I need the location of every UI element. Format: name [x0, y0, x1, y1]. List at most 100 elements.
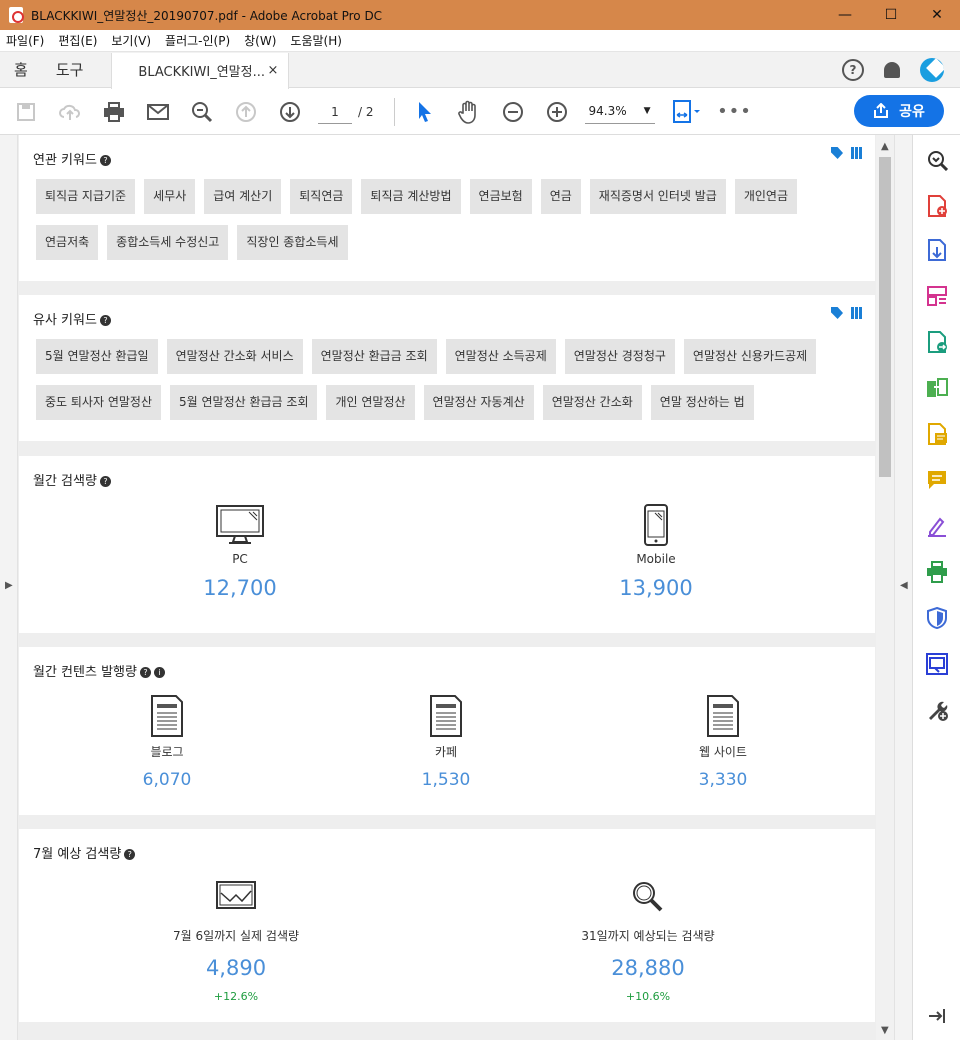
keyword-tag[interactable]: 연말정산 소득공제 [445, 339, 556, 374]
keyword-tag[interactable]: 연말정산 신용카드공제 [683, 339, 817, 374]
create-pdf-icon[interactable] [926, 195, 948, 217]
window-title: BLACKKIWI_연말정산_20190707.pdf - Adobe Acro… [31, 8, 383, 23]
more-icon[interactable]: ••• [713, 89, 757, 135]
question-icon[interactable]: ? [139, 667, 151, 678]
website-stat: 웹 사이트 3,330 [623, 695, 823, 790]
expected-search-label: 31일까지 예상되는 검색량 [581, 929, 715, 943]
vertical-scrollbar[interactable]: ▲ ▼ [876, 135, 894, 1040]
search-tool-icon[interactable] [926, 149, 948, 171]
keyword-tag[interactable]: 연금보험 [469, 179, 532, 214]
expected-search-change: +10.6% [625, 990, 671, 1003]
minimize-button[interactable]: — [822, 0, 868, 30]
scroll-down-icon[interactable]: ▼ [881, 1025, 889, 1036]
similar-keywords-title: 유사 키워드 [33, 313, 97, 328]
acrobat-icon [9, 7, 24, 23]
comment-icon[interactable] [926, 469, 948, 491]
keyword-tag[interactable]: 연말정산 간소화 서비스 [166, 339, 303, 374]
share-button[interactable]: 공유 [854, 95, 944, 127]
keyword-tag[interactable]: 종합소득세 수정신고 [107, 225, 229, 260]
fill-sign-icon[interactable] [926, 515, 948, 537]
blog-value: 6,070 [142, 770, 192, 790]
scroll-up-icon[interactable]: ▲ [881, 141, 889, 152]
ocr-icon[interactable] [926, 653, 948, 675]
keyword-tag[interactable]: 연금 [540, 179, 581, 214]
menu-window[interactable]: 창(W) [244, 32, 276, 49]
tag-icon[interactable] [831, 307, 843, 319]
keyword-tag[interactable]: 급여 계산기 [204, 179, 282, 214]
save-icon[interactable] [4, 89, 48, 135]
export-pdf-icon[interactable] [926, 239, 948, 261]
tab-document-label: BLACKKIWI_연말정... [138, 65, 265, 80]
tab-tools[interactable]: 도구 [42, 59, 98, 80]
similar-keywords-card: 유사 키워드? 5월 연말정산 환급일 연말정산 간소화 서비스 연말정산 환급… [19, 295, 875, 441]
menu-help[interactable]: 도움말(H) [290, 32, 342, 49]
send-for-review-icon[interactable] [926, 331, 948, 353]
organize-pages-icon[interactable] [926, 285, 948, 307]
zoom-out-icon[interactable] [491, 89, 535, 135]
info-icon[interactable]: i [153, 667, 165, 678]
keyword-tag[interactable]: 직장인 종합소득세 [237, 225, 348, 260]
next-page-icon[interactable] [268, 89, 312, 135]
grid-icon[interactable] [851, 147, 863, 159]
scroll-thumb[interactable] [879, 157, 891, 477]
pc-stat: PC 12,700 [140, 504, 340, 600]
zoom-in-icon[interactable] [535, 89, 579, 135]
grid-icon[interactable] [851, 307, 863, 319]
cloud-upload-icon[interactable] [48, 89, 92, 135]
keyword-tag[interactable]: 재직증명서 인터넷 발급 [589, 179, 726, 214]
menu-file[interactable]: 파일(F) [6, 32, 44, 49]
print-icon[interactable] [92, 89, 136, 135]
zoom-select[interactable]: 94.3% ▼ [584, 100, 655, 124]
question-icon[interactable]: ? [124, 849, 136, 860]
print-production-icon[interactable] [926, 561, 948, 583]
tab-home[interactable]: 홈 [0, 59, 42, 80]
question-icon[interactable]: ? [99, 315, 111, 326]
keyword-tag[interactable]: 퇴직금 지급기준 [36, 179, 136, 214]
blog-stat: 블로그 6,070 [67, 695, 267, 790]
fit-page-icon[interactable] [661, 89, 713, 135]
mobile-stat: Mobile 13,900 [556, 504, 756, 600]
email-icon[interactable] [136, 89, 180, 135]
menu-view[interactable]: 보기(V) [111, 32, 151, 49]
keyword-tag[interactable]: 퇴직금 계산방법 [361, 179, 461, 214]
keyword-tag[interactable]: 연금저축 [36, 225, 99, 260]
maximize-button[interactable]: ☐ [868, 0, 914, 30]
select-cursor-icon[interactable] [403, 89, 447, 135]
keyword-tag[interactable]: 연말정산 환급금 조회 [311, 339, 437, 374]
left-panel-toggle[interactable]: ▶ [0, 135, 18, 1040]
keyword-tag[interactable]: 연말정산 간소화 [542, 385, 642, 420]
collapse-pane-icon[interactable] [926, 1005, 948, 1027]
compare-files-icon[interactable] [926, 377, 948, 399]
protect-shield-icon[interactable] [926, 607, 948, 629]
question-icon[interactable]: ? [99, 155, 111, 166]
bell-icon[interactable] [884, 62, 900, 78]
tab-document[interactable]: BLACKKIWI_연말정... × [111, 52, 290, 89]
prev-page-icon[interactable] [224, 89, 268, 135]
menu-plugin[interactable]: 플러그-인(P) [165, 32, 230, 49]
page-number-input[interactable]: 1 [318, 100, 352, 124]
keyword-tag[interactable]: 퇴직연금 [290, 179, 353, 214]
question-icon[interactable]: ? [99, 476, 111, 487]
menu-edit[interactable]: 편집(E) [58, 32, 97, 49]
help-icon[interactable]: ? [842, 59, 864, 81]
keyword-tag[interactable]: 세무사 [144, 179, 196, 214]
keyword-tag[interactable]: 개인연금 [734, 179, 797, 214]
actual-search-label: 7월 6일까지 실제 검색량 [172, 929, 300, 943]
zoom-search-icon[interactable] [180, 89, 224, 135]
tag-icon[interactable] [831, 147, 843, 159]
more-tools-icon[interactable] [926, 699, 948, 721]
collapse-right-icon: ◀ [900, 580, 908, 591]
close-button[interactable]: ✕ [914, 0, 960, 30]
keyword-tag[interactable]: 연말정산 자동계산 [423, 385, 534, 420]
keyword-tag[interactable]: 5월 연말정산 환급금 조회 [170, 385, 318, 420]
right-panel-toggle[interactable]: ◀ [894, 135, 912, 1040]
comment-tool-icon[interactable] [926, 423, 948, 445]
keyword-tag[interactable]: 연말정산 경정청구 [564, 339, 675, 374]
tab-close-icon[interactable]: × [268, 63, 279, 78]
avatar[interactable] [920, 58, 944, 82]
hand-icon[interactable] [447, 89, 491, 135]
keyword-tag[interactable]: 5월 연말정산 환급일 [36, 339, 158, 374]
keyword-tag[interactable]: 중도 퇴사자 연말정산 [36, 385, 161, 420]
keyword-tag[interactable]: 연말 정산하는 법 [650, 385, 754, 420]
keyword-tag[interactable]: 개인 연말정산 [326, 385, 415, 420]
